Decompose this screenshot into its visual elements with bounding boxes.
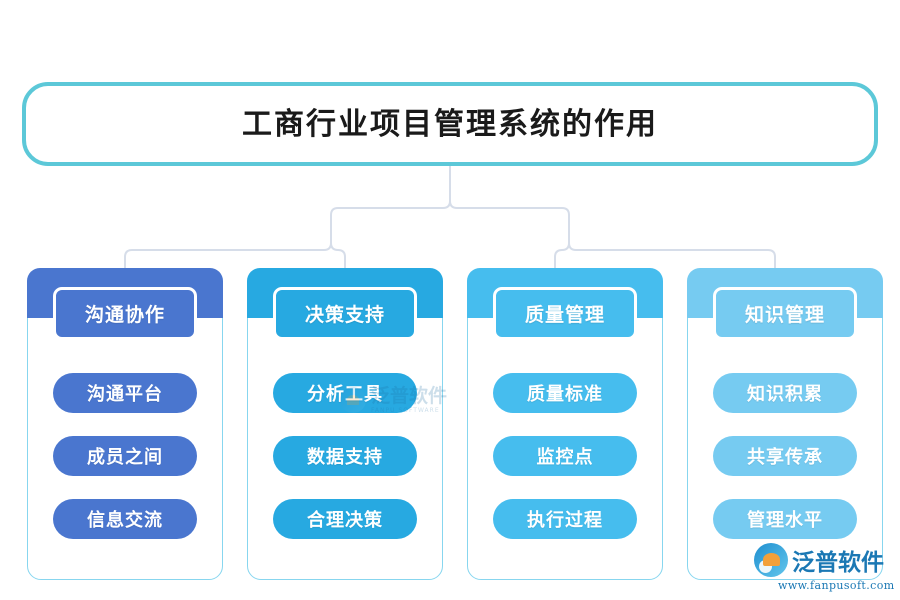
- center-watermark: 泛普软件 FANPU SOFTWARE: [340, 382, 480, 418]
- list-item-label: 数据支持: [307, 447, 383, 468]
- brand-logo-name: 泛普软件: [792, 550, 884, 576]
- brand-logo: 泛普软件 www.fanpusoft.com: [754, 543, 896, 593]
- list-item-label: 知识积累: [747, 384, 823, 405]
- list-item[interactable]: 信息交流: [53, 499, 197, 539]
- list-item[interactable]: 执行过程: [493, 499, 637, 539]
- column-header[interactable]: 知识管理: [713, 287, 857, 340]
- list-item[interactable]: 沟通平台: [53, 373, 197, 413]
- column-header-label: 质量管理: [524, 304, 605, 326]
- list-item-label: 合理决策: [307, 510, 383, 531]
- list-item-label: 执行过程: [527, 510, 603, 531]
- column-header-label: 知识管理: [744, 304, 825, 326]
- list-item-label: 信息交流: [87, 510, 163, 531]
- list-item[interactable]: 成员之间: [53, 436, 197, 476]
- list-item-label: 沟通平台: [87, 384, 163, 405]
- branch-column-knowledge-management[interactable]: 知识管理 知识积累 共享传承 管理水平: [687, 268, 883, 580]
- column-header[interactable]: 决策支持: [273, 287, 417, 340]
- list-item[interactable]: 共享传承: [713, 436, 857, 476]
- center-watermark-texts: 泛普软件 FANPU SOFTWARE: [371, 384, 448, 414]
- fanpu-logo-icon: [754, 543, 788, 577]
- diagram-title-box: 工商行业项目管理系统的作用: [22, 82, 878, 166]
- fanpu-logo-icon: [340, 387, 366, 413]
- column-header[interactable]: 质量管理: [493, 287, 637, 340]
- center-watermark-brand-en: FANPU SOFTWARE: [371, 406, 440, 414]
- column-items: 质量标准 监控点 执行过程: [493, 373, 637, 562]
- column-header-label: 沟通协作: [84, 304, 165, 326]
- branch-column-communication-collaboration[interactable]: 沟通协作 沟通平台 成员之间 信息交流: [27, 268, 223, 580]
- list-item-label: 管理水平: [747, 510, 823, 531]
- list-item[interactable]: 管理水平: [713, 499, 857, 539]
- column-items: 沟通平台 成员之间 信息交流: [53, 373, 197, 562]
- list-item-label: 成员之间: [87, 447, 163, 468]
- list-item[interactable]: 质量标准: [493, 373, 637, 413]
- page-title: 工商行业项目管理系统的作用: [242, 107, 658, 142]
- list-item[interactable]: 数据支持: [273, 436, 417, 476]
- brand-logo-row: 泛普软件: [754, 543, 896, 577]
- branch-column-decision-support[interactable]: 决策支持 分析工具 数据支持 合理决策: [247, 268, 443, 580]
- list-item[interactable]: 监控点: [493, 436, 637, 476]
- brand-logo-url: www.fanpusoft.com: [778, 579, 895, 592]
- list-item-label: 共享传承: [747, 447, 823, 468]
- center-watermark-brand: 泛普软件: [371, 384, 448, 407]
- list-item-label: 质量标准: [527, 384, 603, 405]
- list-item[interactable]: 知识积累: [713, 373, 857, 413]
- diagram-canvas: 工商行业项目管理系统的作用 沟通协作 沟通平台 成员之间 信息交流 决策支持 数…: [0, 0, 900, 600]
- column-header-label: 决策支持: [304, 304, 385, 326]
- list-item[interactable]: 合理决策: [273, 499, 417, 539]
- branch-column-quality-management[interactable]: 质量管理 质量标准 监控点 执行过程: [467, 268, 663, 580]
- column-items: 知识积累 共享传承 管理水平: [713, 373, 857, 562]
- column-header[interactable]: 沟通协作: [53, 287, 197, 340]
- list-item-label: 监控点: [536, 447, 594, 468]
